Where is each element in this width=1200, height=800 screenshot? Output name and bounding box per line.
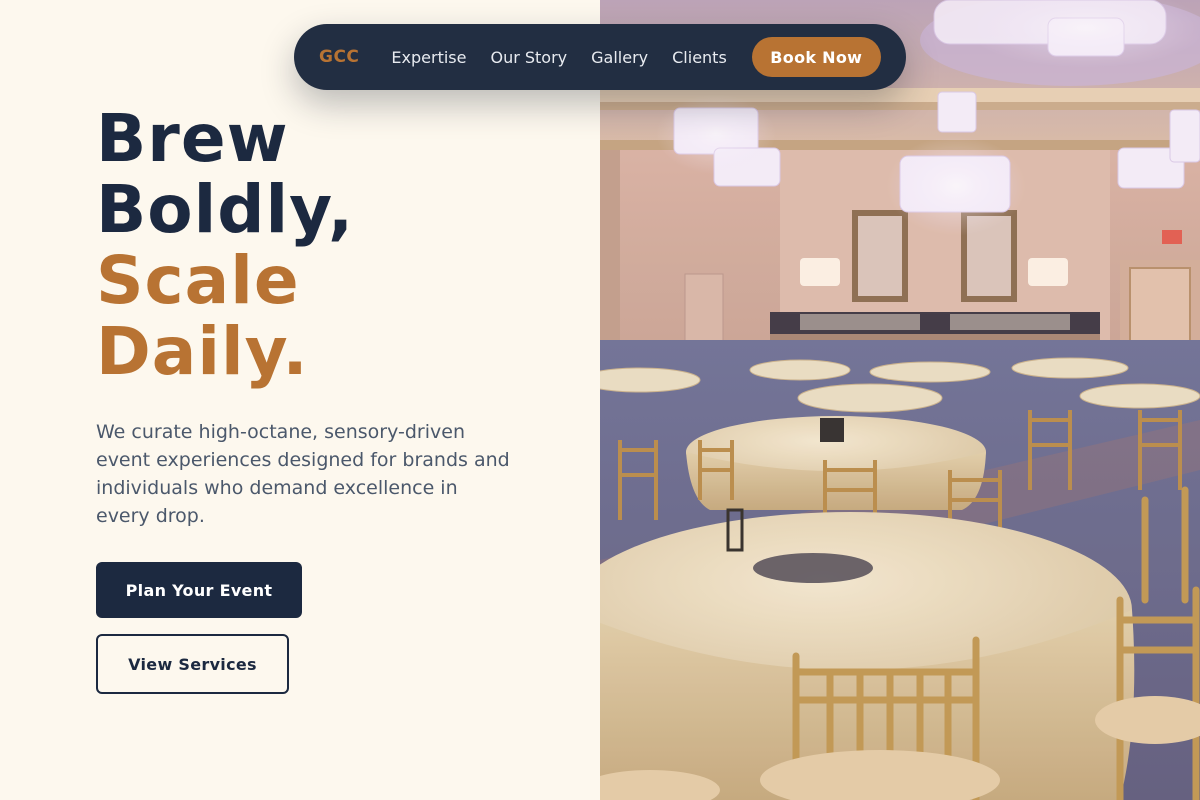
plan-your-event-button[interactable]: Plan Your Event bbox=[96, 562, 302, 618]
nav-link-clients[interactable]: Clients bbox=[672, 48, 727, 67]
brand-logo[interactable]: GCC bbox=[319, 47, 359, 67]
hero-section: Brew Boldly, Scale Daily. We curate high… bbox=[0, 0, 600, 800]
headline-line-daily: Daily. bbox=[96, 313, 309, 390]
headline-line-boldly: Boldly, bbox=[96, 171, 355, 248]
headline-line-scale: Scale bbox=[96, 242, 300, 319]
nav-link-our-story[interactable]: Our Story bbox=[490, 48, 567, 67]
nav-link-gallery[interactable]: Gallery bbox=[591, 48, 648, 67]
book-now-button[interactable]: Book Now bbox=[751, 37, 881, 77]
headline-line-brew: Brew bbox=[96, 100, 289, 177]
hero-headline: Brew Boldly, Scale Daily. bbox=[96, 103, 354, 387]
ballroom-photo bbox=[600, 0, 1200, 800]
hero-description: We curate high-octane, sensory-driven ev… bbox=[96, 421, 510, 527]
top-navigation: GCC Expertise Our Story Gallery Clients … bbox=[294, 24, 906, 90]
nav-link-expertise[interactable]: Expertise bbox=[391, 48, 466, 67]
view-services-button[interactable]: View Services bbox=[96, 634, 289, 694]
